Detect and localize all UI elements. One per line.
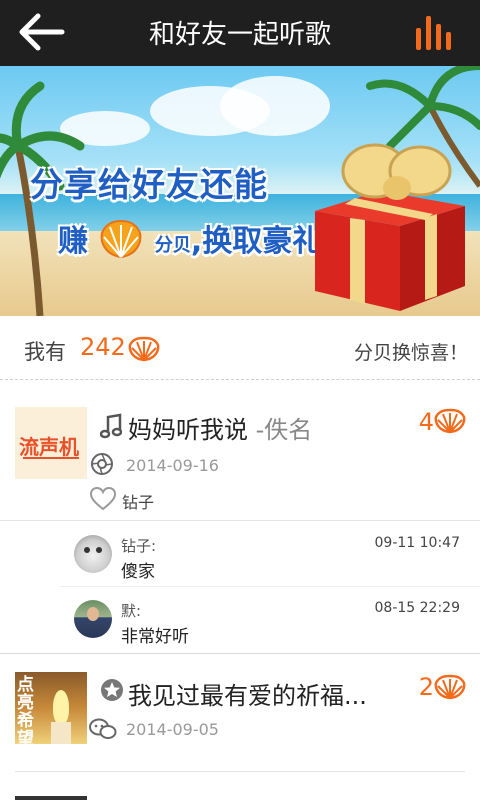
comment-text: 傻家 bbox=[121, 562, 155, 582]
promo-banner[interactable]: 分享给好友还能 赚 分贝,换取豪礼 bbox=[0, 66, 480, 316]
gift-box-icon bbox=[315, 143, 465, 311]
banner-headline: 分享给好友还能 bbox=[30, 165, 268, 204]
shell-icon bbox=[434, 408, 466, 434]
shell-count: 4 bbox=[418, 408, 434, 436]
star-badge-icon bbox=[101, 679, 123, 701]
shell-icon bbox=[128, 336, 160, 362]
divider bbox=[60, 586, 480, 587]
banner-subline: 赚 分贝,换取豪礼 bbox=[58, 216, 322, 260]
avatar bbox=[74, 535, 112, 573]
equalizer-icon[interactable] bbox=[414, 12, 456, 52]
aperture-icon bbox=[91, 453, 113, 475]
album-thumbnail: 流声机 bbox=[15, 407, 87, 479]
comment-time: 08-15 22:29 bbox=[374, 600, 460, 616]
item-date: 2014-09-05 bbox=[126, 720, 219, 739]
thumbnail-label: 流声机 bbox=[19, 435, 79, 459]
divider bbox=[0, 653, 480, 654]
comment-author: 钻子: bbox=[121, 537, 157, 555]
comment-author: 默: bbox=[121, 602, 142, 620]
wechat-icon bbox=[89, 718, 117, 739]
shell-icon bbox=[101, 219, 142, 259]
balance-row: 我有 242 分贝换惊喜！ bbox=[0, 316, 480, 380]
item-date: 2014-09-16 bbox=[126, 456, 219, 475]
page-title: 和好友一起听歌 bbox=[148, 20, 331, 50]
heart-icon[interactable] bbox=[90, 487, 116, 511]
avatar bbox=[74, 600, 112, 638]
song-title: 妈妈听我说 -佚名 bbox=[128, 416, 313, 444]
music-note-icon bbox=[100, 413, 122, 439]
balance-count: 242 bbox=[80, 333, 126, 361]
shell-icon bbox=[434, 674, 466, 700]
comment-time: 09-11 10:47 bbox=[374, 535, 460, 551]
thumbnail-label: 点亮希望 bbox=[17, 675, 34, 744]
top-bar: 和好友一起听歌 bbox=[0, 0, 480, 66]
divider bbox=[15, 771, 465, 772]
album-thumbnail: 点亮希望 bbox=[15, 672, 87, 744]
next-item-thumbnail bbox=[15, 796, 87, 800]
song-title: 我见过最有爱的祈福... bbox=[128, 682, 367, 710]
song-artist: -佚名 bbox=[255, 416, 313, 444]
like-user-name: 钻子 bbox=[122, 493, 155, 512]
divider bbox=[0, 520, 480, 521]
exchange-link[interactable]: 分贝换惊喜！ bbox=[354, 338, 468, 365]
balance-label: 我有 bbox=[24, 340, 66, 364]
comment-text: 非常好听 bbox=[121, 627, 189, 647]
shell-count: 2 bbox=[418, 673, 434, 701]
